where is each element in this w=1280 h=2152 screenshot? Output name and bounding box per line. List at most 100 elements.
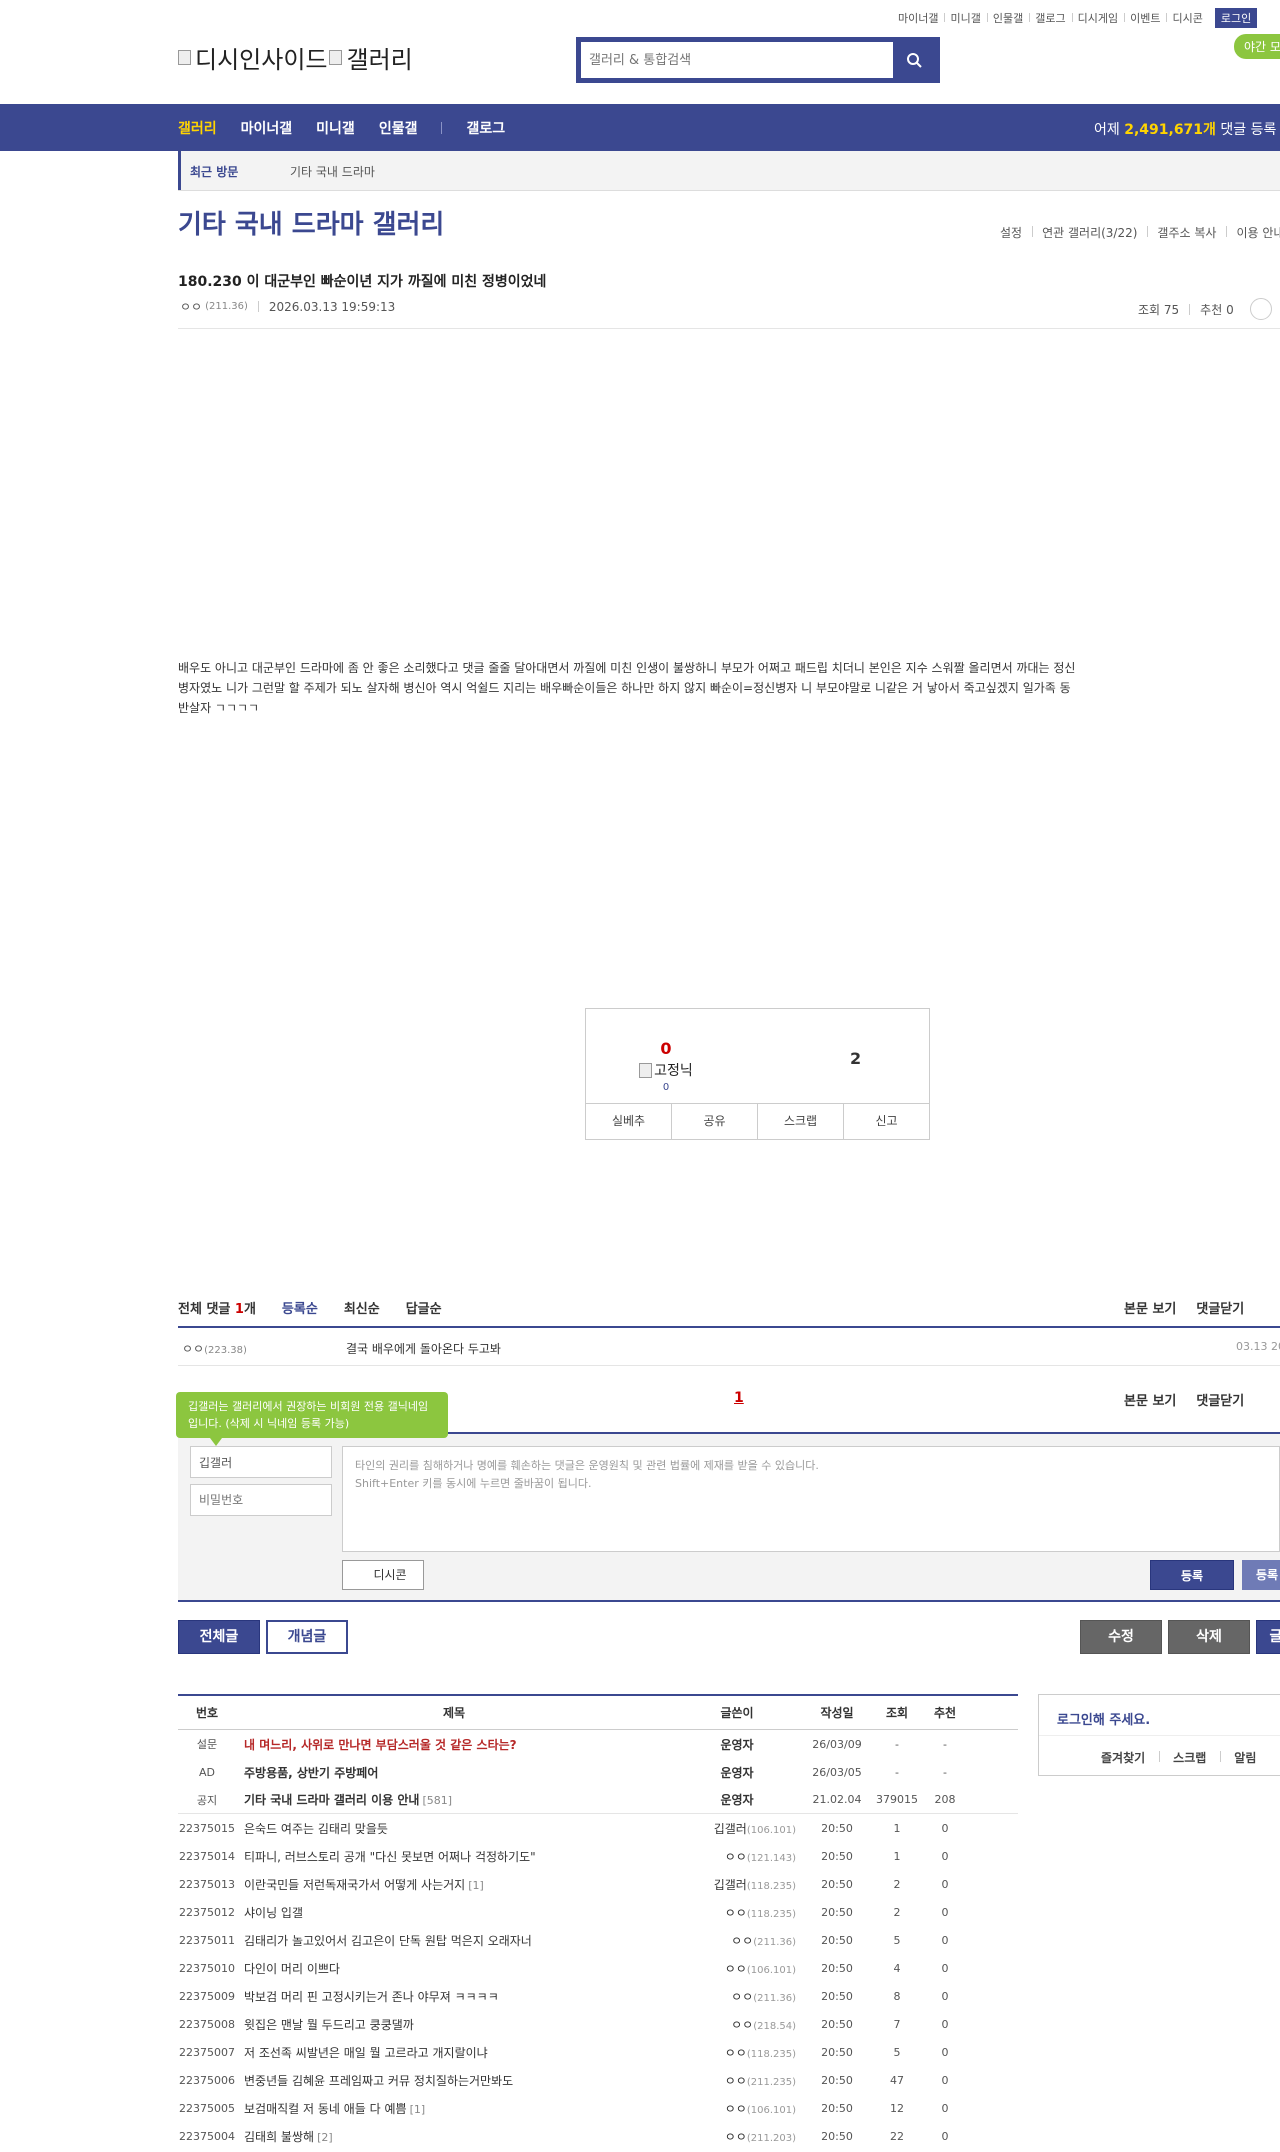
- view-post-link[interactable]: 본문 보기: [1124, 1390, 1176, 1409]
- post-title-link[interactable]: 변중년들 김혜윤 프레임짜고 커뮤 정치질하는거만봐도: [236, 2072, 672, 2089]
- edit-button[interactable]: 수정: [1080, 1620, 1162, 1654]
- nickname-input[interactable]: [190, 1446, 332, 1478]
- top-link-minor[interactable]: 마이너갤: [892, 10, 944, 26]
- reply-count[interactable]: [581]: [422, 1794, 452, 1807]
- search-input[interactable]: [581, 42, 893, 78]
- post-no: 22375009: [179, 1989, 235, 2003]
- reply-count[interactable]: [1]: [468, 1879, 484, 1892]
- post-writer[interactable]: ㅇㅇ(218.54): [672, 2016, 802, 2033]
- delete-button[interactable]: 삭제: [1168, 1620, 1250, 1654]
- comment-submit-recommend-button[interactable]: 등록: [1242, 1560, 1280, 1590]
- recent-visit-item[interactable]: 기타 국내 드라마: [290, 163, 375, 180]
- post-title-link[interactable]: 내 며느리, 사위로 만나면 부담스러울 것 같은 스타는?: [236, 1736, 672, 1753]
- best-recommend-button[interactable]: 실베추: [586, 1104, 671, 1139]
- nav-mini[interactable]: 미니갤: [316, 118, 355, 138]
- view-post-link[interactable]: 본문 보기: [1124, 1298, 1176, 1317]
- fixed-nick-image: 고정닉: [626, 1060, 706, 1080]
- scrap-button[interactable]: 스크랩: [757, 1104, 843, 1139]
- scrap-link[interactable]: 스크랩: [1159, 1749, 1220, 1766]
- post-title-link[interactable]: 기타 국내 드라마 갤러리 이용 안내 [581]: [236, 1791, 672, 1808]
- post-title-link[interactable]: 보검매직컬 저 동네 애들 다 예쁨 [1]: [236, 2100, 672, 2117]
- post-title-link[interactable]: 김태희 불쌍해 [2]: [236, 2128, 672, 2145]
- login-button[interactable]: 로그인: [1214, 8, 1258, 28]
- top-link-event[interactable]: 이벤트: [1124, 10, 1166, 26]
- notification-link[interactable]: 알림: [1220, 1749, 1270, 1766]
- comment-submit-button[interactable]: 등록: [1150, 1560, 1234, 1590]
- top-link-gallog[interactable]: 갤로그: [1029, 10, 1071, 26]
- top-link-mini[interactable]: 미니갤: [944, 10, 986, 26]
- post-writer[interactable]: 운영자: [672, 1736, 802, 1753]
- post-writer[interactable]: 깁갤러(106.101): [672, 1820, 802, 1837]
- reply-count[interactable]: [1]: [410, 2103, 426, 2116]
- nav-gallery[interactable]: 갤러리: [178, 118, 217, 138]
- comment-writer[interactable]: ㅇㅇ(223.38): [182, 1340, 247, 1357]
- reply-count[interactable]: [2]: [317, 2131, 333, 2144]
- comment-textarea[interactable]: 타인의 권리를 침해하거나 명예를 훼손하는 댓글은 운영원칙 및 관련 법률에…: [342, 1446, 1280, 1552]
- post-title-link[interactable]: 다인이 머리 이쁘다: [236, 1960, 672, 1977]
- nav-person[interactable]: 인물갤: [379, 118, 418, 138]
- post-writer[interactable]: ㅇㅇ(106.101): [672, 1960, 802, 1977]
- post-writer[interactable]: ㅇㅇ(118.235): [672, 1904, 802, 1921]
- post-title-link[interactable]: 티파니, 러브스토리 공개 "다신 못보면 어쩌나 걱정하기도": [236, 1848, 672, 1865]
- login-links: 즐겨찾기 스크랩 알림: [1087, 1749, 1270, 1766]
- recommend-up[interactable]: 0 고정닉 0: [626, 1039, 706, 1093]
- sort-by-latest[interactable]: 최신순: [344, 1298, 380, 1317]
- copy-gallery-url-link[interactable]: 갤주소 복사: [1147, 224, 1226, 241]
- post-writer[interactable]: 깁갤러(118.235): [672, 1876, 802, 1893]
- post-title-link[interactable]: 주방용품, 상반기 주방페어: [236, 1764, 672, 1781]
- top-link-dccon[interactable]: 디시콘: [1166, 10, 1208, 26]
- write-button[interactable]: 글: [1256, 1620, 1280, 1654]
- post-title-link[interactable]: 저 조선족 씨발년은 매일 뭘 고르라고 개지랄이냐: [236, 2044, 672, 2061]
- close-comments-link[interactable]: 댓글닫기: [1196, 1298, 1244, 1317]
- sort-by-registered[interactable]: 등록순: [282, 1298, 318, 1317]
- post-writer[interactable]: ㅇㅇ(211.235): [672, 2072, 802, 2089]
- post-writer-name: ㅇㅇ: [731, 1933, 754, 1948]
- post-title-link[interactable]: 박보검 머리 핀 고정시키는거 존나 야무져 ㅋㅋㅋㅋ: [236, 1988, 672, 2005]
- top-link-game[interactable]: 디시게임: [1071, 10, 1124, 26]
- favorites-link[interactable]: 즐겨찾기: [1087, 1749, 1159, 1766]
- close-comments-link[interactable]: 댓글닫기: [1196, 1390, 1244, 1409]
- gallery-settings-link[interactable]: 설정: [990, 224, 1032, 241]
- post-writer[interactable]: ㅇㅇ(211.203): [672, 2128, 802, 2145]
- post-writer[interactable]: ㅇㅇ(211.36): [672, 1988, 802, 2005]
- share-circle-icon[interactable]: [1249, 298, 1272, 320]
- post-title-link[interactable]: 김태리가 놀고있어서 김고은이 단독 원탑 먹은지 오래자너: [236, 1932, 672, 1949]
- post-writer[interactable]: ㅇㅇ: [180, 298, 202, 315]
- related-gallery-link[interactable]: 연관 갤러리(3/22): [1032, 224, 1147, 241]
- post-writer[interactable]: ㅇㅇ(121.143): [672, 1848, 802, 1865]
- concept-posts-button[interactable]: 개념글: [266, 1620, 348, 1654]
- report-button[interactable]: 신고: [843, 1104, 929, 1139]
- nav-gallog[interactable]: 갤로그: [466, 118, 505, 138]
- dccon-button[interactable]: 디시콘: [342, 1560, 424, 1590]
- post-date: 20:50: [821, 1877, 853, 1891]
- post-title-link[interactable]: 샤이닝 입갤: [236, 1904, 672, 1921]
- post-title-link[interactable]: 은숙드 여주는 김태리 맞을듯: [236, 1820, 672, 1837]
- recommend-down-count[interactable]: 2: [850, 1049, 861, 1068]
- post-list-body: 설문 내 며느리, 사위로 만나면 부담스러울 것 같은 스타는? 운영자 26/03…: [178, 1730, 1018, 2150]
- password-input[interactable]: [190, 1484, 332, 1516]
- post-no: AD: [199, 1765, 215, 1779]
- site-logo[interactable]: 디시인사이드 갤러리: [178, 40, 413, 75]
- share-button[interactable]: 공유: [671, 1104, 757, 1139]
- post-writer[interactable]: ㅇㅇ(211.36): [672, 1932, 802, 1949]
- post-writer-ip: (211.203): [746, 2132, 796, 2144]
- all-posts-button[interactable]: 전체글: [178, 1620, 260, 1654]
- night-mode-toggle[interactable]: 야간 모드: [1234, 34, 1280, 59]
- search-button[interactable]: [893, 42, 935, 78]
- usage-guide-link[interactable]: 이용 안내: [1226, 224, 1280, 241]
- comment-page-1[interactable]: 1: [734, 1390, 744, 1406]
- post-writer[interactable]: 운영자: [672, 1764, 802, 1781]
- login-message[interactable]: 로그인해 주세요.: [1057, 1709, 1150, 1728]
- sort-by-replies[interactable]: 답글순: [406, 1298, 442, 1317]
- gallery-title[interactable]: 기타 국내 드라마 갤러리: [178, 204, 444, 241]
- comment-total-count: 1: [234, 1302, 244, 1317]
- post-title-link[interactable]: 윗집은 맨날 뭘 두드리고 쿵쿵댈까: [236, 2016, 672, 2033]
- post-writer[interactable]: 운영자: [672, 1791, 802, 1808]
- top-link-person[interactable]: 인물갤: [986, 10, 1029, 26]
- post-writer[interactable]: ㅇㅇ(118.235): [672, 2044, 802, 2061]
- post-views: 1: [893, 1849, 901, 1863]
- post-writer[interactable]: ㅇㅇ(106.101): [672, 2100, 802, 2117]
- post-title-link[interactable]: 이란국민들 저런독재국가서 어떻게 사는거지 [1]: [236, 1876, 672, 1893]
- recent-visits-label[interactable]: 최근 방문: [190, 163, 238, 180]
- nav-minor[interactable]: 마이너갤: [241, 118, 293, 138]
